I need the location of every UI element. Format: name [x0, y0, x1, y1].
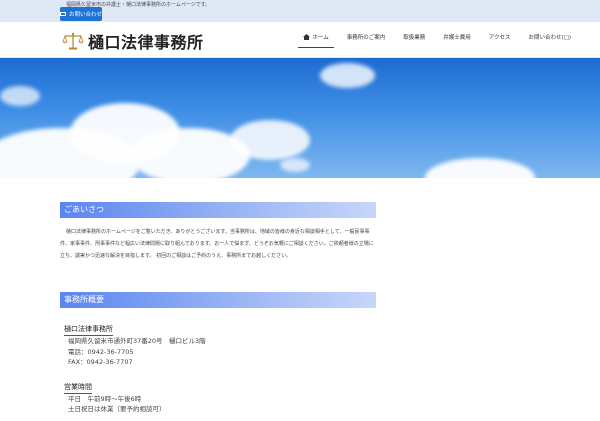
nav-item-practice[interactable]: 取扱業務: [398, 30, 430, 47]
scales-of-justice-icon: [62, 32, 84, 50]
office-overview-heading: 事務所概要: [60, 292, 376, 308]
office-fax: FAX：0942-36-7707: [68, 358, 133, 366]
office-phone: 電話：0942-36-7705: [68, 347, 134, 356]
logo-text: 樋口法律事務所: [88, 33, 204, 52]
office-address: 福岡県久留米市通外町37番20号 樋口ビル3階: [68, 337, 206, 345]
nav-item-label: アクセス: [488, 35, 511, 41]
home-icon: [303, 34, 311, 40]
cloud: [280, 158, 310, 172]
nav-item-label: お問い合わせ(□): [528, 35, 572, 41]
nav-item-fees[interactable]: 弁護士費用: [438, 30, 476, 47]
cloud: [425, 158, 535, 178]
nav-item-label: 事務所のご案内: [346, 35, 386, 41]
contact-button-label: お問い合わせ: [69, 12, 103, 18]
office-name: 樋口法律事務所: [64, 324, 113, 336]
nav-item-label: 取扱業務: [403, 35, 426, 41]
nav-item-contact[interactable]: お問い合わせ(□): [524, 30, 577, 47]
hours-weekday: 平日 午前9時〜午後6時: [68, 394, 142, 403]
nav-item-office[interactable]: 事務所のご案内: [342, 30, 391, 47]
greeting-text: 樋口法律事務所のホームページをご覧いただき、ありがとうございます。当事務所は、地…: [60, 229, 374, 259]
hours-holiday: 土日祝日は休業（要予約相談可）: [68, 405, 166, 413]
main-nav: ホーム 事務所のご案内 取扱業務 弁護士費用 アクセス お問い合わせ(□): [290, 30, 576, 48]
cloud: [0, 86, 40, 106]
nav-item-label: ホーム: [312, 35, 329, 41]
nav-item-access[interactable]: アクセス: [484, 30, 516, 47]
office-hours-block: 営業時間 平日 午前9時〜午後6時 土日祝日は休業（要予約相談可）: [64, 374, 206, 415]
contact-button[interactable]: お問い合わせ: [60, 7, 102, 21]
office-info: 樋口法律事務所 福岡県久留米市通外町37番20号 樋口ビル3階 電話：0942-…: [64, 316, 206, 421]
cloud: [320, 63, 375, 88]
nav-item-home[interactable]: ホーム: [298, 30, 334, 48]
hero-sky-image: [0, 58, 600, 178]
cloud: [230, 120, 310, 160]
main-content: ごあいさつ 樋口法律事務所のホームページをご覧いただき、ありがとうございます。当…: [60, 202, 376, 413]
hours-title: 営業時間: [64, 382, 92, 394]
greeting-heading: ごあいさつ: [60, 202, 376, 218]
site-header: 樋口法律事務所 ホーム 事務所のご案内 取扱業務 弁護士費用 アクセス お問い合…: [0, 22, 600, 58]
site-logo[interactable]: 樋口法律事務所: [62, 29, 204, 53]
nav-item-label: 弁護士費用: [443, 35, 471, 41]
top-bar: 福岡県久留米市の弁護士・樋口法律事務所のホームページです。 お問い合わせ: [0, 0, 600, 22]
mail-icon: [60, 12, 66, 16]
office-address-block: 樋口法律事務所 福岡県久留米市通外町37番20号 樋口ビル3階 電話：0942-…: [64, 316, 206, 368]
